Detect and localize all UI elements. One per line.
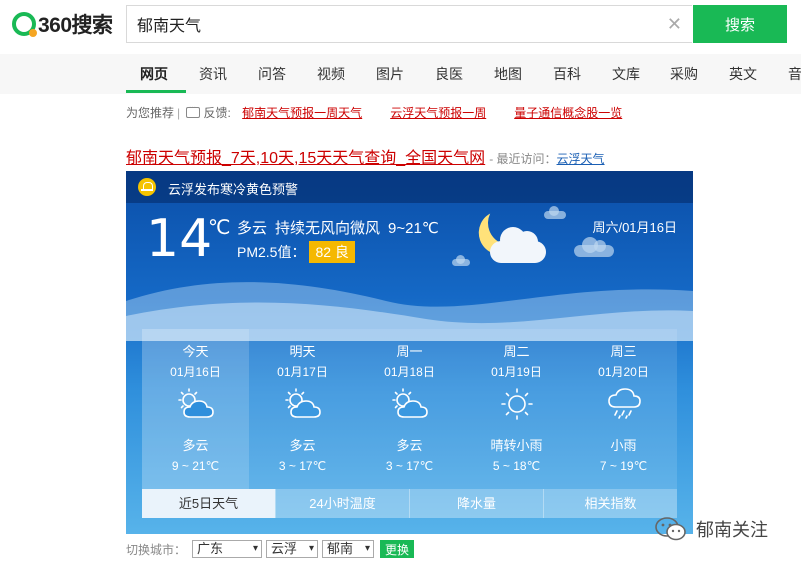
forecast-tab-24h[interactable]: 24小时温度 bbox=[275, 489, 409, 518]
recommend-label: 为您推荐 bbox=[126, 106, 175, 120]
switch-city-label: 切换城市： bbox=[126, 542, 187, 557]
forecast-day-name: 周三 bbox=[610, 344, 637, 359]
nav-tab-news[interactable]: 资讯 bbox=[199, 64, 227, 84]
province-select[interactable]: 广东 bbox=[192, 540, 263, 558]
forecast-day[interactable]: 周一 01月18日 多云 3 ~ 17℃ bbox=[356, 329, 463, 489]
forecast-day-condition: 多云 bbox=[289, 438, 316, 453]
logo-text: 360搜索 bbox=[38, 14, 113, 37]
forecast-day[interactable]: 今天 01月16日 多云 9 ~ 21℃ bbox=[142, 329, 249, 489]
recent-link[interactable]: 云浮天气 bbox=[557, 152, 605, 166]
cloud-icon bbox=[490, 227, 546, 263]
forecast-panel: 今天 01月16日 多云 9 ~ 21℃ 明天 01月17日 多云 3 ~ 17… bbox=[142, 329, 677, 518]
recent-visit: - 最近访问：云浮天气 bbox=[489, 152, 604, 166]
forecast-day-range: 9 ~ 21℃ bbox=[171, 459, 220, 473]
pm-label: PM2.5值： bbox=[237, 244, 306, 260]
partly-cloudy-icon bbox=[178, 388, 214, 418]
forecast-day-date: 01月20日 bbox=[598, 365, 649, 379]
nav-tab-video[interactable]: 视频 bbox=[317, 64, 345, 84]
recent-label: - 最近访问： bbox=[489, 152, 557, 166]
nav-tab-english[interactable]: 英文 bbox=[729, 64, 757, 84]
forecast-day-condition: 多云 bbox=[182, 438, 209, 453]
forecast-day-name: 今天 bbox=[182, 344, 209, 359]
forecast-day-condition: 晴转小雨 bbox=[490, 438, 543, 453]
recommend-row: 为您推荐| 反馈: 郁南天气预报一周天气云浮天气预报一周量子通信概念股一览 bbox=[126, 102, 642, 121]
nav-tab-music[interactable]: 音 bbox=[788, 64, 801, 84]
nav-tab-images[interactable]: 图片 bbox=[376, 64, 404, 84]
result-title-link[interactable]: 郁南天气预报_7天,10天,15天天气查询_全国天气网 bbox=[126, 150, 485, 167]
result-title-row: 郁南天气预报_7天,10天,15天天气查询_全国天气网 - 最近访问：云浮天气 bbox=[126, 144, 605, 168]
forecast-day-range: 3 ~ 17℃ bbox=[385, 459, 434, 473]
forecast-day-name: 明天 bbox=[289, 344, 316, 359]
small-cloud-icon bbox=[544, 206, 566, 219]
forecast-day-condition: 小雨 bbox=[610, 438, 637, 453]
alert-text[interactable]: 云浮发布寒冷黄色预警 bbox=[168, 179, 298, 198]
logo-icon bbox=[12, 12, 37, 37]
forecast-day-name: 周一 bbox=[396, 344, 423, 359]
clear-icon[interactable]: ✕ bbox=[667, 14, 682, 35]
change-city-button[interactable]: 更换 bbox=[380, 540, 415, 558]
wechat-icon bbox=[655, 517, 686, 541]
forecast-day-condition: 多云 bbox=[396, 438, 423, 453]
partly-cloudy-icon bbox=[285, 388, 321, 418]
nav-tab-map[interactable]: 地图 bbox=[494, 64, 522, 84]
forecast-day-date: 01月16日 bbox=[170, 365, 221, 379]
nav-tab-baike[interactable]: 百科 bbox=[553, 64, 581, 84]
forecast-tab-precip[interactable]: 降水量 bbox=[409, 489, 543, 518]
forecast-day-name: 周二 bbox=[503, 344, 530, 359]
watermark: 郁南关注 bbox=[654, 516, 768, 542]
watermark-text: 郁南关注 bbox=[696, 520, 768, 540]
bell-icon bbox=[138, 178, 156, 196]
county-select[interactable]: 郁南 bbox=[322, 540, 375, 558]
search-box: ✕ bbox=[126, 5, 692, 43]
forecast-tab-5day[interactable]: 近5日天气 bbox=[142, 489, 275, 518]
search-input[interactable] bbox=[127, 6, 647, 42]
partly-cloudy-icon bbox=[392, 388, 428, 418]
forecast-day[interactable]: 明天 01月17日 多云 3 ~ 17℃ bbox=[249, 329, 356, 489]
small-cloud-icon bbox=[452, 255, 470, 266]
forecast-day-range: 3 ~ 17℃ bbox=[278, 459, 327, 473]
switch-city-row: 切换城市： 广东 云浮 郁南 更换 bbox=[126, 540, 415, 558]
recommend-link-2[interactable]: 云浮天气预报一周 bbox=[390, 106, 486, 120]
nav-tab-purchase[interactable]: 采购 bbox=[670, 64, 698, 84]
nav-tab-health[interactable]: 良医 bbox=[435, 64, 463, 84]
forecast-day[interactable]: 周二 01月19日 晴转小雨 5 ~ 18℃ bbox=[463, 329, 570, 489]
current-wind: 持续无风向微风 bbox=[275, 220, 381, 237]
recommend-link-3[interactable]: 量子通信概念股一览 bbox=[514, 106, 622, 120]
feedback-label[interactable]: 反馈: bbox=[203, 106, 230, 120]
forecast-day[interactable]: 周三 01月20日 小雨 7 ~ 19℃ bbox=[570, 329, 677, 489]
current-temperature: 14 bbox=[146, 209, 213, 269]
city-select[interactable]: 云浮 bbox=[266, 540, 319, 558]
nav-tab-qa[interactable]: 问答 bbox=[258, 64, 286, 84]
nav-tab-web[interactable]: 网页 bbox=[140, 64, 168, 84]
pm-line: PM2.5值： 82 良 bbox=[237, 241, 355, 263]
alert-bar[interactable]: 云浮发布寒冷黄色预警 bbox=[126, 171, 693, 203]
sun-icon bbox=[501, 388, 533, 420]
current-condition: 多云 bbox=[237, 220, 268, 237]
nav-tab-wenku[interactable]: 文库 bbox=[612, 64, 640, 84]
current-condition-line: 多云 持续无风向微风 9~21℃ bbox=[237, 217, 447, 238]
rain-cloud-icon bbox=[608, 388, 641, 419]
forecast-day-range: 5 ~ 18℃ bbox=[492, 459, 541, 473]
forecast-day-date: 01月18日 bbox=[384, 365, 435, 379]
small-cloud-icon bbox=[574, 237, 614, 257]
forecast-day-date: 01月19日 bbox=[491, 365, 542, 379]
logo[interactable]: 360搜索 bbox=[12, 10, 113, 38]
forecast-day-date: 01月17日 bbox=[277, 365, 328, 379]
nav-bar: 网页 资讯 问答 视频 图片 良医 地图 百科 文库 采购 英文 音 bbox=[0, 54, 801, 94]
pm-badge: 82 良 bbox=[309, 241, 355, 263]
forecast-day-range: 7 ~ 19℃ bbox=[599, 459, 648, 473]
forecast-tab-indices[interactable]: 相关指数 bbox=[543, 489, 677, 518]
temperature-unit: ℃ bbox=[208, 217, 231, 239]
header: 360搜索 ✕ 搜索 bbox=[0, 0, 801, 50]
current-range: 9~21℃ bbox=[388, 220, 439, 237]
current-date: 周六/01月16日 bbox=[592, 220, 677, 235]
feedback-icon[interactable] bbox=[186, 102, 201, 118]
recommend-link-1[interactable]: 郁南天气预报一周天气 bbox=[242, 106, 362, 120]
weather-card: 云浮发布寒冷黄色预警 14 ℃ 多云 持续无风向微风 9~21℃ PM2.5值： 82… bbox=[126, 171, 693, 534]
search-button[interactable]: 搜索 bbox=[693, 5, 787, 43]
nav-active-indicator bbox=[126, 90, 186, 93]
